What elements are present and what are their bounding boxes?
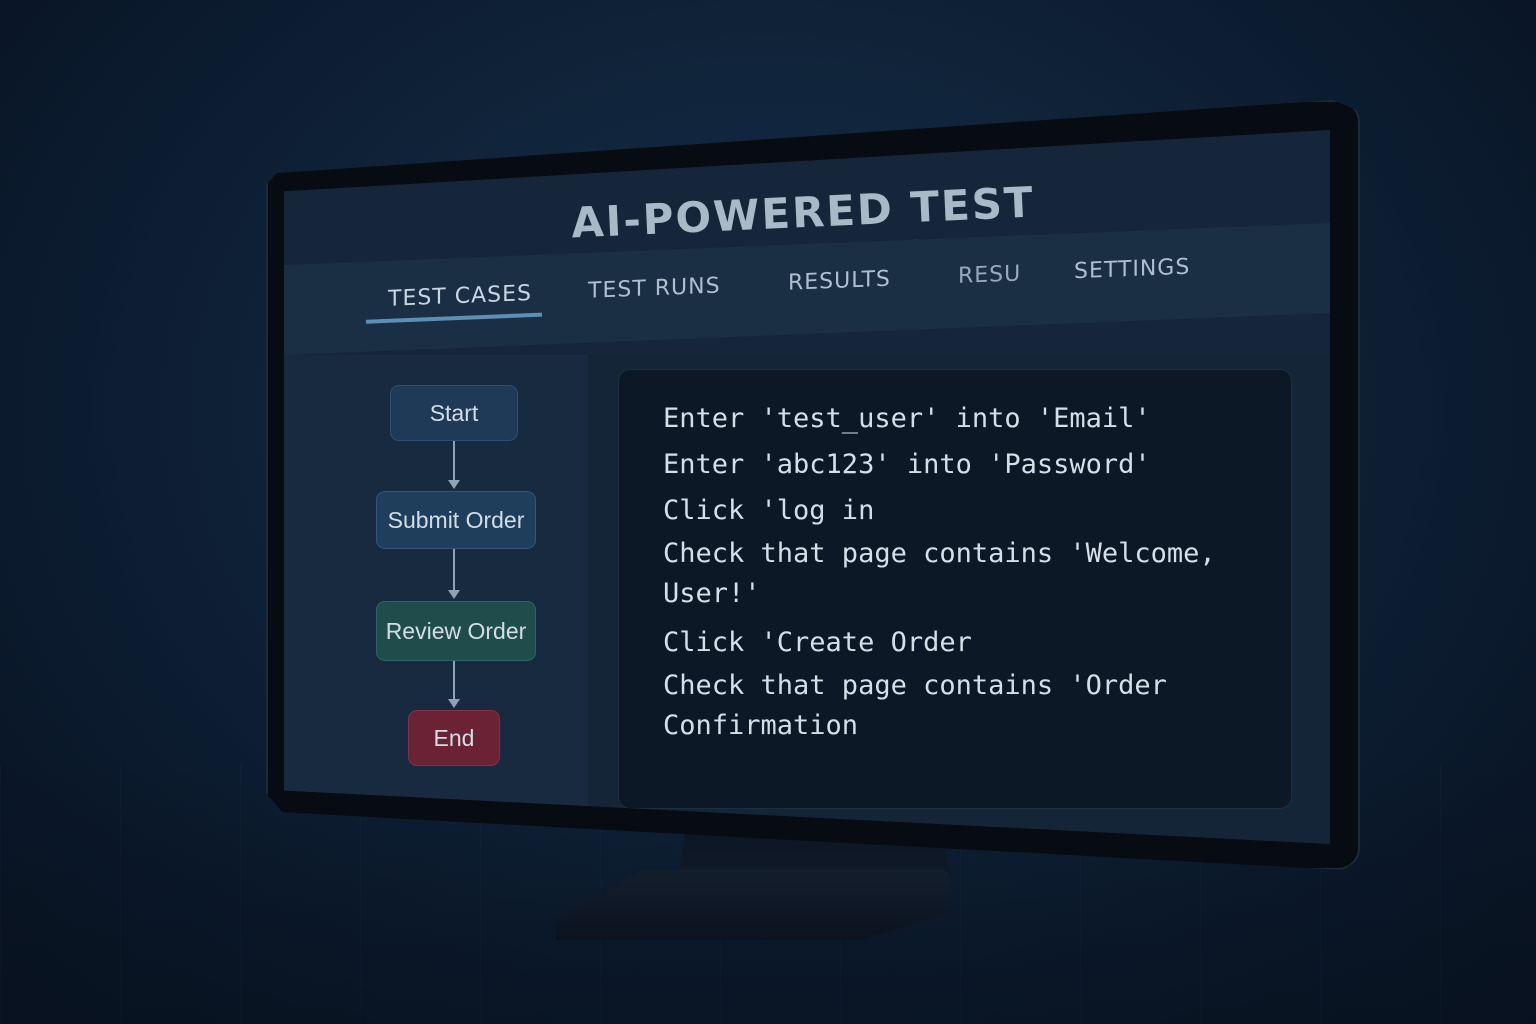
flow-node-start[interactable]: Start xyxy=(390,385,518,441)
script-line[interactable]: Enter 'abc123' into 'Password' xyxy=(663,442,1263,488)
tab-results[interactable]: RESULTS xyxy=(788,267,891,296)
flow-diagram-pane: Start Submit Order Review Order End xyxy=(284,355,588,844)
flow-arrow xyxy=(448,549,460,599)
app-window: AI-POWERED TEST AUTOMATION TEST CASES TE… xyxy=(284,130,1330,844)
flow-arrow xyxy=(448,441,460,489)
monitor-stand-base xyxy=(556,870,950,940)
script-line[interactable]: Enter 'test_user' into 'Email' xyxy=(663,396,1263,442)
script-line[interactable]: Click 'log in xyxy=(663,488,1263,534)
flow-node-review-order[interactable]: Review Order xyxy=(376,601,536,661)
tab-results-partial[interactable]: RESU xyxy=(958,261,1042,289)
tab-test-cases[interactable]: TEST CASES xyxy=(388,281,532,312)
script-line[interactable]: Check that page contains 'Welcome, User!… xyxy=(663,534,1263,614)
flow-arrow xyxy=(448,661,460,708)
flow-node-end[interactable]: End xyxy=(408,710,500,766)
tab-settings[interactable]: SETTINGS xyxy=(1074,255,1190,285)
main-content: Start Submit Order Review Order End Ente… xyxy=(284,355,1330,844)
monitor: AI-POWERED TEST AUTOMATION TEST CASES TE… xyxy=(0,0,1536,1024)
tab-test-runs[interactable]: TEST RUNS xyxy=(588,273,721,303)
active-tab-indicator xyxy=(366,312,542,324)
script-line[interactable]: Click 'Create Order xyxy=(663,620,1263,666)
script-lines: Enter 'test_user' into 'Email' Enter 'ab… xyxy=(663,396,1263,752)
test-script-editor[interactable]: Enter 'test_user' into 'Email' Enter 'ab… xyxy=(618,369,1292,809)
script-line[interactable]: Check that page contains 'Order Confirma… xyxy=(663,666,1263,746)
flow-node-submit-order[interactable]: Submit Order xyxy=(376,491,536,549)
